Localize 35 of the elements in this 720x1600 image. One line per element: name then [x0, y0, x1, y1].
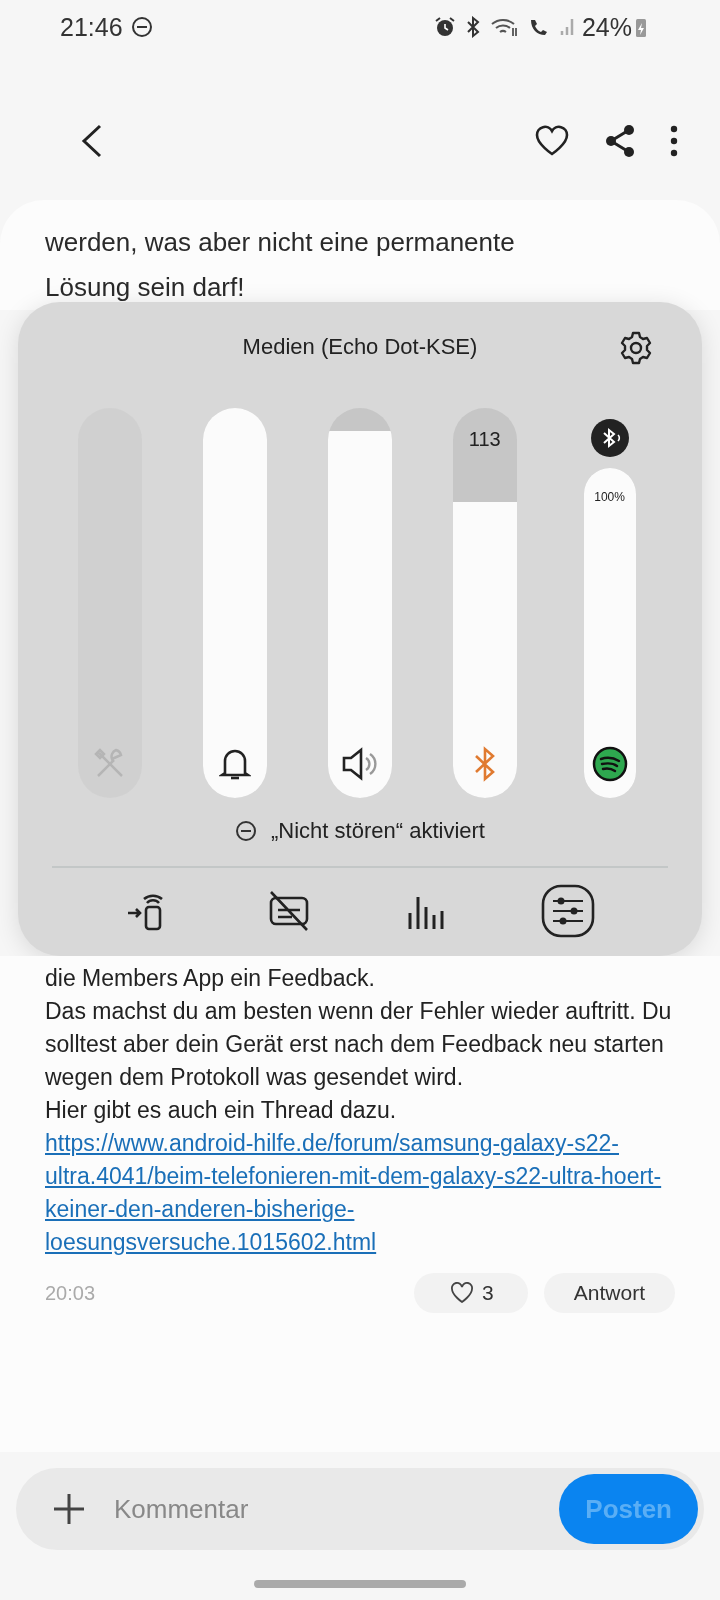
post-paragraph: Das machst du am besten wenn der Fehler wieder auftritt. Du solltest aber dein Gerät erst nach dem Feedback neu starten wegen dem Protokoll was gesendet wird. — [45, 997, 673, 1092]
streaming-app-icon — [591, 746, 628, 782]
share-icon[interactable] — [604, 124, 636, 158]
sliders-icon[interactable] — [540, 884, 595, 938]
battery-charging-icon — [634, 16, 648, 38]
like-button[interactable]: 3 — [414, 1273, 528, 1313]
comment-field[interactable]: Kommentar — [112, 1492, 560, 1526]
heart-icon — [450, 1282, 475, 1304]
signal-icon — [559, 19, 574, 35]
volume-slider[interactable]: 113 — [452, 408, 517, 798]
clock-time: 21:46 — [60, 12, 123, 42]
volume-slider[interactable]: 100% — [583, 468, 636, 798]
settings-icon[interactable] — [618, 330, 654, 366]
article-text-line: werden, was aber nicht eine permanente — [45, 226, 516, 259]
reply-button[interactable]: Antwort — [543, 1273, 675, 1313]
post-time: 20:03 — [45, 1281, 97, 1305]
panel-title: Medien (Echo Dot-KSE) — [242, 334, 478, 360]
article-text-line: Lösung sein darf! — [45, 271, 246, 304]
add-icon[interactable] — [52, 1492, 86, 1526]
battery-percentage: 24% — [581, 12, 632, 42]
dnd-notice: „Nicht stören“ aktiviert — [271, 818, 485, 844]
post-paragraph: Hier gibt es auch ein Thread dazu. — [45, 1096, 398, 1125]
volume-value: 100% — [593, 490, 626, 504]
volume-value: 113 — [467, 428, 502, 451]
do-not-disturb-icon — [235, 820, 257, 842]
speaker-icon — [340, 746, 380, 782]
wifi-icon — [489, 16, 520, 38]
do-not-disturb-icon — [130, 16, 153, 38]
bluetooth-audio-icon — [589, 418, 630, 458]
more-options-icon[interactable] — [670, 125, 678, 157]
heart-icon[interactable] — [534, 125, 570, 157]
back-icon[interactable] — [80, 124, 104, 158]
post-paragraph: die Members App ein Feedback. — [45, 964, 376, 993]
alarm-icon — [433, 16, 456, 38]
thread-link[interactable]: https://www.android-hilfe.de/forum/samsung-galaxy-s22-ultra.4041/beim-telefonieren-mit-dem-galaxy-s22-ultra-hoert-keiner-den-anderen-bisherige-loesungsversuche.1015602.html — [45, 1127, 675, 1259]
